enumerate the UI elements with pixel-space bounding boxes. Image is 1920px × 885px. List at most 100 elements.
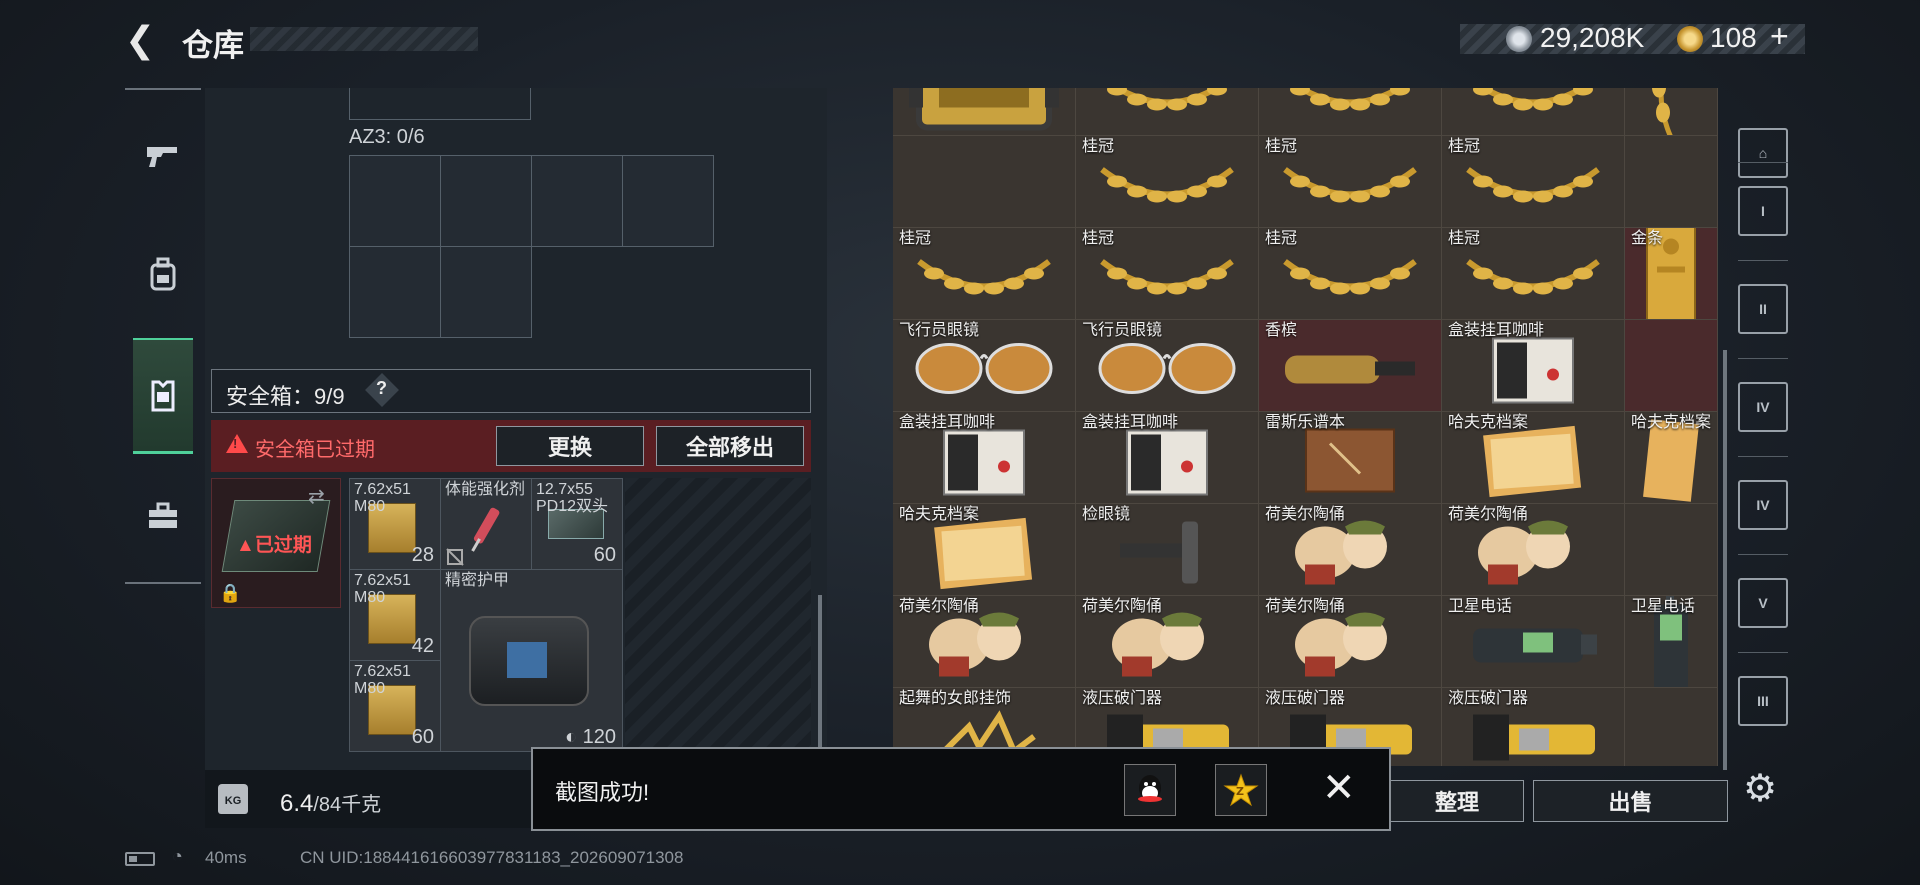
pistol-icon[interactable] <box>125 118 201 194</box>
storage-item[interactable]: 金条 <box>1625 228 1718 320</box>
az3-capacity-label: AZ3: 0/6 <box>349 126 425 148</box>
laurel-icon <box>1275 88 1425 132</box>
tier-4-tab-icon[interactable]: IV <box>1738 382 1788 432</box>
close-icon[interactable]: ✕ <box>1322 768 1356 808</box>
storage-item[interactable]: 桂冠 <box>893 228 1076 320</box>
loadout-scrollbar[interactable] <box>818 595 822 755</box>
storage-item[interactable]: 液压破门器 <box>1442 688 1625 766</box>
wifi-icon: ◔ <box>172 846 183 866</box>
storage-item[interactable]: 飞行员眼镜 <box>893 320 1076 412</box>
safe-item[interactable]: 7.62x51 M80 28 <box>349 478 441 570</box>
az3-slot[interactable] <box>531 155 623 247</box>
user-uid: CN UID:18844161660397783118​3_2026090713… <box>300 848 684 867</box>
storage-item[interactable]: 桂冠 <box>1076 228 1259 320</box>
storage-item-name: 桂冠 <box>1448 230 1481 247</box>
storage-item[interactable]: 荷美尔陶俑 <box>1259 504 1442 596</box>
weight-icon: KG <box>218 784 248 814</box>
glasses-icon <box>909 338 1059 403</box>
tier-1-tab-icon[interactable]: I <box>1738 186 1788 236</box>
storage-item-name: 桂冠 <box>1265 230 1298 247</box>
toolbox-icon[interactable] <box>125 478 201 554</box>
storage-item[interactable]: 盒装挂耳咖啡 <box>1076 412 1259 504</box>
home-tab-icon[interactable]: ⌂ <box>1738 128 1788 178</box>
storage-item-name: 雷斯乐谱本 <box>1265 414 1346 431</box>
back-arrow-icon[interactable]: ❮ <box>125 22 161 58</box>
add-currency-button[interactable]: + <box>1770 18 1789 55</box>
storage-item[interactable] <box>893 88 1076 136</box>
tier-2-tab-icon[interactable]: II <box>1738 284 1788 334</box>
storage-item[interactable]: 桂冠 <box>1259 228 1442 320</box>
az3-slot[interactable] <box>440 246 532 338</box>
coffee-icon <box>1483 328 1583 411</box>
sell-button[interactable]: 出售 <box>1533 780 1728 822</box>
swap-icon[interactable]: ⇄ <box>308 484 325 509</box>
storage-item[interactable]: 哈夫克档案 <box>1625 412 1718 504</box>
storage-item[interactable]: 桂冠 <box>1442 228 1625 320</box>
az3-slot[interactable] <box>622 155 714 247</box>
storage-item[interactable]: 卫星电话 <box>1625 596 1718 688</box>
storage-scrollbar[interactable] <box>1723 350 1727 770</box>
safe-item[interactable]: 7.62x51 M80 60 <box>349 660 441 752</box>
safe-case-expired-label: ▲已过期 <box>236 535 312 556</box>
storage-item-name: 荷美尔陶俑 <box>1448 506 1529 523</box>
storage-item[interactable]: 哈夫克档案 <box>1442 412 1625 504</box>
qq-share-icon[interactable] <box>1124 764 1176 816</box>
storage-item[interactable]: 荷美尔陶俑 <box>1442 504 1625 596</box>
az3-slot[interactable] <box>349 246 441 338</box>
storage-item[interactable] <box>1625 504 1718 596</box>
storage-item[interactable]: 雷斯乐谱本 <box>1259 412 1442 504</box>
tab-divider <box>1738 652 1788 653</box>
storage-item[interactable]: 哈夫克档案 <box>893 504 1076 596</box>
safe-item[interactable]: 7.62x51 M80 42 <box>349 569 441 661</box>
storage-item[interactable] <box>1259 88 1442 136</box>
storage-item[interactable] <box>1076 88 1259 136</box>
replace-button[interactable]: 更换 <box>496 426 644 466</box>
storage-item[interactable] <box>1442 88 1625 136</box>
storage-item-name: 飞行员眼镜 <box>899 322 980 339</box>
item-durability: ◐ 120 <box>564 726 616 748</box>
laurel-icon <box>1275 149 1425 224</box>
backpack-icon[interactable] <box>125 236 201 312</box>
storage-item[interactable] <box>1625 688 1718 766</box>
vest-icon[interactable] <box>125 358 201 434</box>
storage-item[interactable]: 检眼镜 <box>1076 504 1259 596</box>
storage-item[interactable]: 荷美尔陶俑 <box>1259 596 1442 688</box>
storage-item[interactable] <box>1625 320 1718 412</box>
tier-3-tab-icon[interactable]: III <box>1738 676 1788 726</box>
storage-item[interactable] <box>1625 136 1718 228</box>
storage-item[interactable] <box>1625 88 1718 136</box>
storage-item[interactable]: 桂冠 <box>1259 136 1442 228</box>
sort-button[interactable]: 整理 <box>1390 780 1524 822</box>
storage-item[interactable]: 飞行员眼镜 <box>1076 320 1259 412</box>
weight-readout: 6.4/84千克 <box>280 790 382 817</box>
item-count: 42 <box>411 635 434 657</box>
warning-icon-mark: ! <box>233 436 238 451</box>
storage-item[interactable]: 桂冠 <box>1076 136 1259 228</box>
tier-5-tab-icon[interactable]: V <box>1738 578 1788 628</box>
syringe-icon <box>471 507 500 552</box>
safe-item[interactable]: 12.7x55 PD12双头 60 <box>531 478 623 570</box>
storage-item[interactable]: 盒装挂耳咖啡 <box>1442 320 1625 412</box>
qzone-share-icon[interactable]: Z <box>1215 764 1267 816</box>
figurine-icon <box>1285 604 1415 687</box>
storage-item[interactable]: 卫星电话 <box>1442 596 1625 688</box>
storage-item-name: 桂冠 <box>1265 138 1298 155</box>
az3-slot[interactable] <box>349 155 441 247</box>
toast-message: 截图成功! <box>555 780 650 805</box>
ping-readout: 40ms <box>205 848 247 867</box>
storage-item[interactable]: 香槟 <box>1259 320 1442 412</box>
storage-item[interactable]: 荷美尔陶俑 <box>893 596 1076 688</box>
az3-slot[interactable] <box>440 155 532 247</box>
gear-icon[interactable]: ⚙ <box>1743 766 1777 811</box>
storage-item-name: 香槟 <box>1265 322 1298 339</box>
remove-all-button[interactable]: 全部移出 <box>656 426 804 466</box>
safe-item[interactable]: 体能强化剂 <box>440 478 532 570</box>
storage-item[interactable] <box>893 136 1076 228</box>
storage-item[interactable]: 桂冠 <box>1442 136 1625 228</box>
storage-item-name: 桂冠 <box>1082 138 1115 155</box>
tier-4b-tab-icon[interactable]: IV <box>1738 480 1788 530</box>
storage-item[interactable]: 盒装挂耳咖啡 <box>893 412 1076 504</box>
storage-item[interactable]: 荷美尔陶俑 <box>1076 596 1259 688</box>
safe-item[interactable]: 精密护甲 ◐ 120 <box>440 569 623 752</box>
storage-item-name: 卫星电话 <box>1448 598 1513 615</box>
